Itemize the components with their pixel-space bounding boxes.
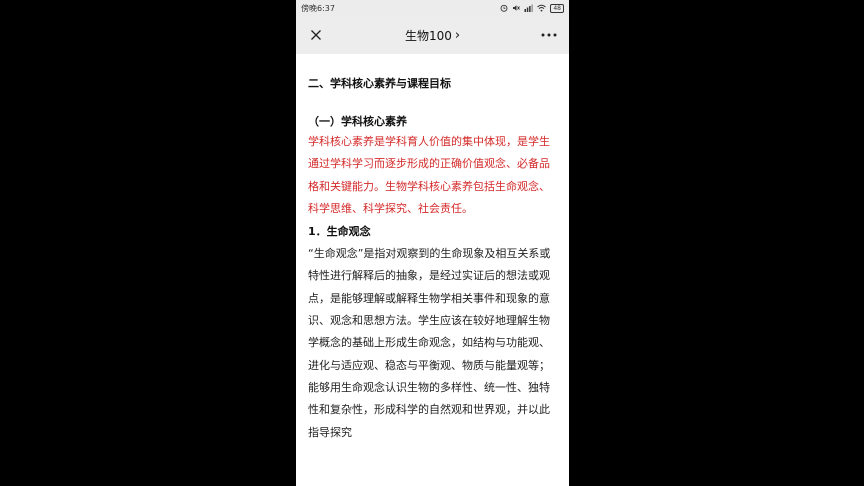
alarm-icon <box>500 4 508 12</box>
status-bar: 傍晚6:37 48 <box>296 0 569 16</box>
status-time: 傍晚6:37 <box>301 3 335 13</box>
signal-icon <box>524 4 534 12</box>
nav-bar: 生物100 › <box>296 16 569 54</box>
item-title: 1．生命观念 <box>308 225 371 239</box>
highlight-paragraph: 学科核心素养是学科育人价值的集中体现，是学生通过学科学习而逐步形成的正确价值观念… <box>308 135 550 215</box>
body-paragraph: “生命观念”是指对观察到的生命现象及相互关系或特性进行解释后的抽象，是经过实证后… <box>308 247 551 439</box>
nav-title-link[interactable]: 生物100 › <box>405 27 460 44</box>
close-icon[interactable] <box>306 25 326 45</box>
mute-icon <box>513 5 521 11</box>
phone-screen: 傍晚6:37 48 生物100 › 二、学科核心素养与课程目标 （一）学科核心素… <box>296 0 569 486</box>
article-content: 二、学科核心素养与课程目标 （一）学科核心素养 学科核心素养是学科育人价值的集中… <box>296 76 569 444</box>
chevron-right-icon: › <box>454 27 461 43</box>
page-title: 生物100 <box>404 28 452 43</box>
battery-icon: 48 <box>550 3 564 13</box>
section-title: 二、学科核心素养与课程目标 <box>308 77 451 90</box>
more-icon[interactable] <box>539 25 559 45</box>
wifi-icon <box>537 4 547 12</box>
battery-level: 48 <box>553 4 561 12</box>
status-icons: 48 <box>500 3 564 13</box>
sub-title: （一）学科核心素养 <box>308 115 407 128</box>
